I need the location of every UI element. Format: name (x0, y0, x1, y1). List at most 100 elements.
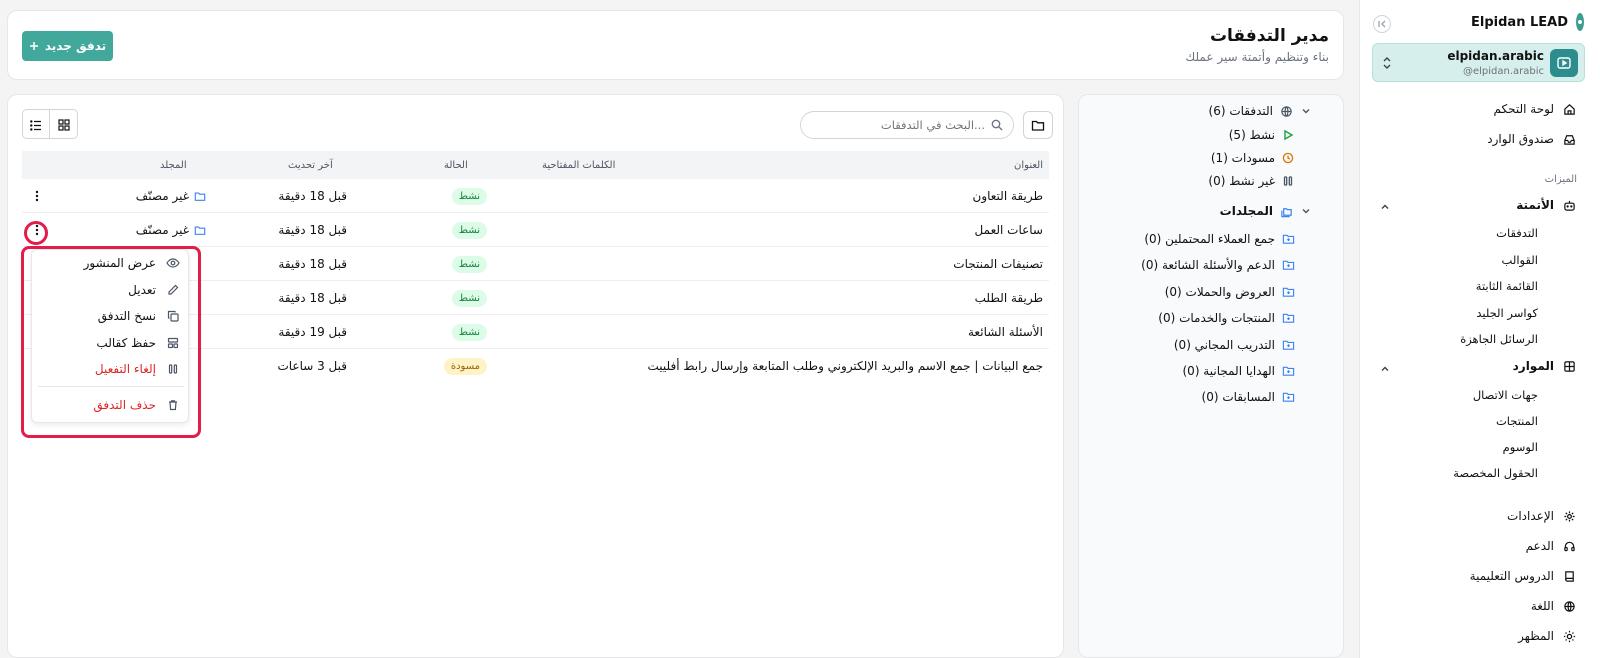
folder-item[interactable]: المسابقات (0) (1202, 390, 1295, 404)
filter-inactive[interactable]: غير نشط (0) (1208, 174, 1295, 188)
flow-title[interactable]: طريقة التعاون (973, 189, 1044, 203)
table-row[interactable]: طريقة التعاون نشط قبل 18 دقيقة غير مصنّف (22, 179, 1049, 213)
folder-name: غير مصنّف (135, 223, 189, 237)
sidebar-item-saved-replies[interactable]: الرسائل الجاهزة (1460, 332, 1538, 346)
sun-icon (1561, 628, 1577, 644)
nav-settings[interactable]: الإعدادات (1507, 508, 1577, 524)
nav-appearance[interactable]: المظهر (1518, 628, 1577, 644)
folder-icon (1031, 119, 1045, 132)
flow-title[interactable]: ساعات العمل (975, 223, 1043, 237)
table-row[interactable]: ساعات العمل نشط قبل 18 دقيقة غير مصنّف (22, 213, 1049, 247)
sidebar-item-flows[interactable]: التدفقات (1496, 226, 1538, 240)
col-folder: المجلد (160, 160, 187, 171)
folder-toggle-button[interactable] (1023, 111, 1053, 139)
status-badge: نشط (451, 188, 487, 205)
folder-name: غير مصنّف (135, 189, 189, 203)
col-status[interactable]: الحالة (444, 160, 468, 171)
nav-appearance-label: المظهر (1518, 629, 1554, 643)
flow-title[interactable]: الأسئلة الشائعة (968, 325, 1043, 339)
bot-icon (1561, 197, 1577, 213)
page-subtitle: بناء وتنظيم وأتمتة سير عملك (1185, 50, 1329, 64)
sidebar-item-custom-fields[interactable]: الحقول المخصصة (1453, 466, 1538, 480)
grid-view-button[interactable] (50, 110, 77, 138)
sidebar-item-tags[interactable]: الوسوم (1503, 440, 1538, 454)
updated-time: قبل 3 ساعات (277, 359, 347, 373)
filter-drafts[interactable]: مسودات (1) (1211, 151, 1295, 165)
flow-title[interactable]: تصنيفات المنتجات (953, 257, 1043, 271)
nav-resources[interactable]: الموارد (1513, 358, 1577, 374)
folder-icon (194, 225, 206, 236)
folder-cell: غير مصنّف (136, 189, 206, 203)
nav-language[interactable]: اللغة (1531, 598, 1577, 614)
status-badge: نشط (451, 290, 487, 307)
nav-dashboard-label: لوحة التحكم (1493, 102, 1555, 116)
chevron-up-icon[interactable] (1378, 362, 1392, 376)
list-view-button[interactable] (23, 110, 51, 138)
new-flow-button[interactable]: تدفق جديد (22, 31, 113, 61)
sidebar-item-persistent-menu[interactable]: القائمة الثابتة (1476, 279, 1538, 293)
col-keywords: الكلمات المفتاحية (542, 160, 616, 171)
search-input[interactable] (835, 118, 985, 132)
status-badge: نشط (451, 222, 487, 239)
status-badge: نشط (451, 256, 487, 273)
updated-time: قبل 18 دقيقة (278, 223, 347, 237)
folder-item-label: التدريب المجاني (0) (1173, 338, 1275, 352)
nav-support-label: الدعم (1525, 539, 1554, 553)
folder-icon (194, 191, 206, 202)
book-icon (1561, 568, 1577, 584)
folder-item[interactable]: العروض والحملات (0) (1165, 285, 1295, 299)
folder-item[interactable]: الهدايا المجانية (0) (1182, 364, 1295, 378)
new-flow-label: تدفق جديد (44, 39, 107, 53)
status-badge: نشط (451, 324, 487, 341)
features-section-label: الميزات (1544, 174, 1577, 185)
account-handle: @elpidan.arabic (1462, 66, 1544, 77)
tree-flows-root-label: التدفقات (6) (1208, 104, 1274, 118)
inbox-icon (1561, 131, 1577, 147)
folder-cell: غير مصنّف (136, 223, 206, 237)
sidebar (1359, 0, 1600, 658)
page-title: مدير التدفقات (1209, 26, 1329, 46)
play-icon (1281, 128, 1295, 142)
nav-support[interactable]: الدعم (1526, 538, 1577, 554)
tree-folders-root[interactable]: المجلدات (1220, 204, 1313, 218)
sidebar-item-contacts[interactable]: جهات الاتصال (1473, 388, 1538, 402)
sidebar-item-ice-breakers[interactable]: كواسر الجليد (1476, 306, 1538, 320)
folder-icon (1281, 258, 1295, 272)
chevron-down-icon[interactable] (1299, 104, 1313, 118)
search-field[interactable] (800, 111, 1014, 139)
nav-tutorials[interactable]: الدروس التعليمية (1470, 568, 1577, 584)
folder-icon (1281, 390, 1295, 404)
nav-dashboard[interactable]: لوحة التحكم (1494, 101, 1578, 117)
chevrons-up-down-icon (1381, 56, 1393, 70)
flow-title[interactable]: جمع البيانات | جمع الاسم والبريد الإلكتر… (647, 359, 1043, 373)
grid-icon (1561, 358, 1577, 374)
col-updated[interactable]: آخر تحديث (288, 160, 333, 171)
folder-item-label: جمع العملاء المحتملين (0) (1144, 232, 1275, 246)
folder-item[interactable]: الدعم والأسئلة الشائعة (0) (1141, 258, 1295, 272)
nav-automation-label: الأتمتة (1516, 198, 1554, 212)
pause-icon (1281, 174, 1295, 188)
chevron-down-icon[interactable] (1299, 204, 1313, 218)
account-switcher[interactable]: elpidan.arabic @elpidan.arabic (1372, 43, 1585, 82)
folder-item[interactable]: جمع العملاء المحتملين (0) (1144, 232, 1295, 246)
nav-automation[interactable]: الأتمتة (1516, 197, 1577, 213)
folder-icon (1281, 232, 1295, 246)
sidebar-item-products[interactable]: المنتجات (1496, 414, 1538, 428)
collapse-sidebar-icon[interactable] (1373, 15, 1391, 33)
plus-icon (29, 41, 39, 51)
nav-language-label: اللغة (1530, 599, 1554, 613)
brand-name: Elpidan LEAD (1471, 14, 1568, 30)
nav-inbox[interactable]: صندوق الوارد (1487, 131, 1577, 147)
folder-item[interactable]: التدريب المجاني (0) (1174, 338, 1295, 352)
more-options-icon[interactable] (30, 189, 44, 203)
filter-drafts-label: مسودات (1) (1210, 151, 1275, 165)
filter-active[interactable]: نشط (5) (1229, 128, 1295, 142)
sidebar-item-templates[interactable]: القوالب (1502, 253, 1538, 267)
chevron-up-icon[interactable] (1378, 200, 1392, 214)
brand[interactable]: Elpidan LEAD (1471, 12, 1584, 32)
tree-flows-root[interactable]: التدفقات (6) (1209, 104, 1314, 118)
brand-logo-icon (1576, 13, 1584, 31)
col-title[interactable]: العنوان (1014, 160, 1043, 171)
folder-item[interactable]: المنتجات والخدمات (0) (1158, 311, 1295, 325)
flow-title[interactable]: طريقة الطلب (975, 291, 1043, 305)
